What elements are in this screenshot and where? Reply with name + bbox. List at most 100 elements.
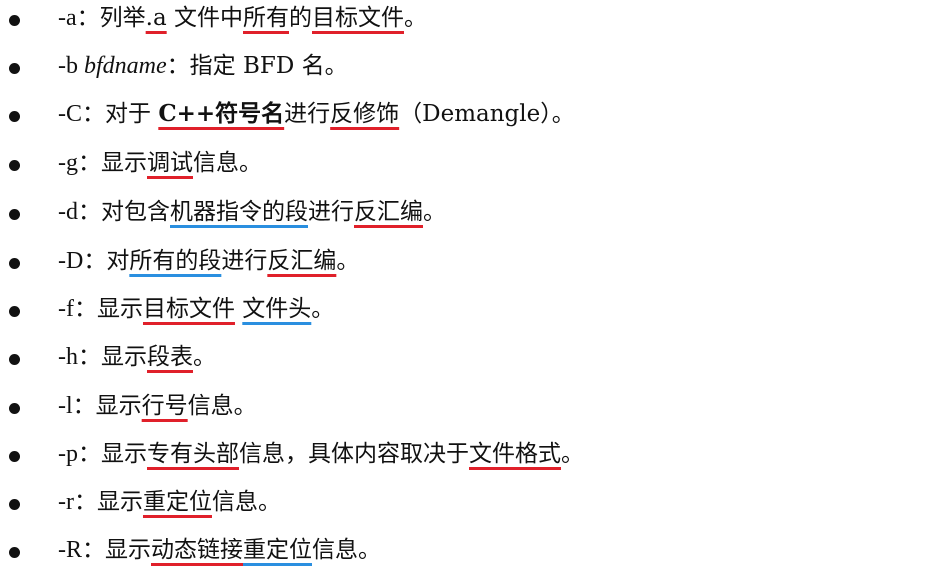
list-item: -p：显示专有头部信息，具体内容取决于文件格式。 xyxy=(0,436,943,476)
description-text: 进行 xyxy=(284,101,331,127)
highlighted-term: 重定位 xyxy=(243,537,312,563)
highlighted-term: 文件头 xyxy=(242,296,312,322)
option-line: -b bfdname：指定 BFD 名。 xyxy=(58,50,348,82)
list-item: -a：列举.a 文件中所有的目标文件。 xyxy=(0,0,943,40)
list-item: -l：显示行号信息。 xyxy=(0,388,943,428)
description-text: 。 xyxy=(336,248,360,274)
description-text: 对于 xyxy=(105,101,159,127)
description-text: 。 xyxy=(311,296,335,322)
option-line: -a：列举.a 文件中所有的目标文件。 xyxy=(58,2,427,34)
highlighted-term: 专有头部 xyxy=(147,441,239,467)
highlighted-term: 所有的段 xyxy=(129,248,222,274)
option-colon: ： xyxy=(73,489,97,515)
highlighted-term: 行号 xyxy=(141,393,188,419)
description-text: 显示 xyxy=(95,393,142,419)
option-flag: -a xyxy=(58,5,77,31)
highlighted-term: 反汇编 xyxy=(267,248,337,274)
description-text: 信息，具体内容取决于 xyxy=(239,441,469,467)
option-colon: ： xyxy=(82,537,105,563)
option-colon: ： xyxy=(72,393,96,419)
option-line: -D：对所有的段进行反汇编。 xyxy=(58,245,359,277)
option-flag: -h xyxy=(58,344,78,370)
description-text: 的 xyxy=(289,5,312,31)
description-text: 信息。 xyxy=(211,489,281,515)
description-text: 进行 xyxy=(221,248,268,274)
option-flag: -p xyxy=(58,441,78,467)
option-flag: -b xyxy=(58,53,84,79)
option-colon: ： xyxy=(76,5,100,31)
option-colon: ： xyxy=(166,53,190,79)
bullet-icon xyxy=(9,258,20,269)
highlighted-term: 段表 xyxy=(147,344,193,370)
option-line: -h：显示段表。 xyxy=(58,341,216,373)
description-text: 指定 BFD 名。 xyxy=(189,53,348,79)
bullet-icon xyxy=(9,111,20,122)
description-text: 显示 xyxy=(105,537,151,563)
highlighted-term: C++符号名 xyxy=(158,100,285,127)
description-text: 。 xyxy=(423,199,446,225)
description-text: 显示 xyxy=(101,344,147,370)
bullet-icon xyxy=(9,499,20,510)
option-colon: ： xyxy=(78,199,101,225)
list-item: -b bfdname：指定 BFD 名。 xyxy=(0,48,943,88)
option-colon: ： xyxy=(78,150,101,176)
option-flag: -D xyxy=(58,248,84,274)
option-line: -l：显示行号信息。 xyxy=(58,390,257,422)
option-line: -p：显示专有头部信息，具体内容取决于文件格式。 xyxy=(58,438,584,470)
highlighted-term: 反汇编 xyxy=(354,199,423,225)
description-text: 显示 xyxy=(101,150,147,176)
highlighted-term: .a xyxy=(145,5,167,31)
list-item: -R：显示动态链接重定位信息。 xyxy=(0,532,943,572)
highlighted-term: 目标文件 xyxy=(142,296,235,322)
bullet-icon xyxy=(9,306,20,317)
bullet-icon xyxy=(9,63,20,74)
option-line: -f：显示目标文件 文件头。 xyxy=(58,293,334,325)
option-flag: -g xyxy=(58,150,78,176)
description-text: 列举 xyxy=(99,5,146,31)
option-flag: -l xyxy=(58,393,73,419)
bullet-icon xyxy=(9,547,20,558)
description-text: 文件中 xyxy=(166,5,243,31)
description-text: 对 xyxy=(106,248,130,274)
option-line: -r：显示重定位信息。 xyxy=(58,486,281,518)
option-flag: -f xyxy=(58,296,74,322)
list-item: -d：对包含机器指令的段进行反汇编。 xyxy=(0,194,943,234)
list-item: -D：对所有的段进行反汇编。 xyxy=(0,243,943,283)
bullet-icon xyxy=(9,354,20,365)
highlighted-term: 机器指令的段 xyxy=(170,199,308,225)
option-flag: -R xyxy=(58,537,82,563)
option-flag: -d xyxy=(58,199,78,225)
list-item: -r：显示重定位信息。 xyxy=(0,484,943,524)
highlighted-term: 所有 xyxy=(243,5,289,31)
option-list: -a：列举.a 文件中所有的目标文件。 -b bfdname：指定 BFD 名。 -… xyxy=(0,0,943,574)
option-flag: -r xyxy=(58,489,74,515)
list-item: -C：对于 C++符号名进行反修饰（Demangle）。 xyxy=(0,96,943,136)
description-text: 对包含 xyxy=(101,199,170,225)
option-colon: ： xyxy=(83,248,107,274)
description-text: 。 xyxy=(404,5,427,31)
description-text: 信息。 xyxy=(193,150,262,176)
highlighted-term: 反修饰 xyxy=(330,101,400,127)
description-text: 显示 xyxy=(101,441,147,467)
list-item: -g：显示调试信息。 xyxy=(0,145,943,185)
description-text: 进行 xyxy=(308,199,354,225)
option-line: -R：显示动态链接重定位信息。 xyxy=(58,534,381,566)
option-colon: ： xyxy=(78,441,101,467)
option-line: -d：对包含机器指令的段进行反汇编。 xyxy=(58,196,446,228)
highlighted-term: 文件格式 xyxy=(469,441,561,467)
description-text: 信息。 xyxy=(187,393,257,419)
option-flag: -C xyxy=(58,101,82,127)
list-item: -h：显示段表。 xyxy=(0,339,943,379)
list-item: -f：显示目标文件 文件头。 xyxy=(0,291,943,331)
highlighted-term: 目标文件 xyxy=(312,5,404,31)
description-text: 显示 xyxy=(96,296,143,322)
description-text: 。 xyxy=(193,344,216,370)
bullet-icon xyxy=(9,209,20,220)
bullet-icon xyxy=(9,451,20,462)
description-text: 信息。 xyxy=(312,537,381,563)
highlighted-term: 动态链接 xyxy=(151,537,243,563)
option-colon: ： xyxy=(82,101,105,127)
bullet-icon xyxy=(9,15,20,26)
bullet-icon xyxy=(9,403,20,414)
description-text: （Demangle）。 xyxy=(399,101,575,127)
